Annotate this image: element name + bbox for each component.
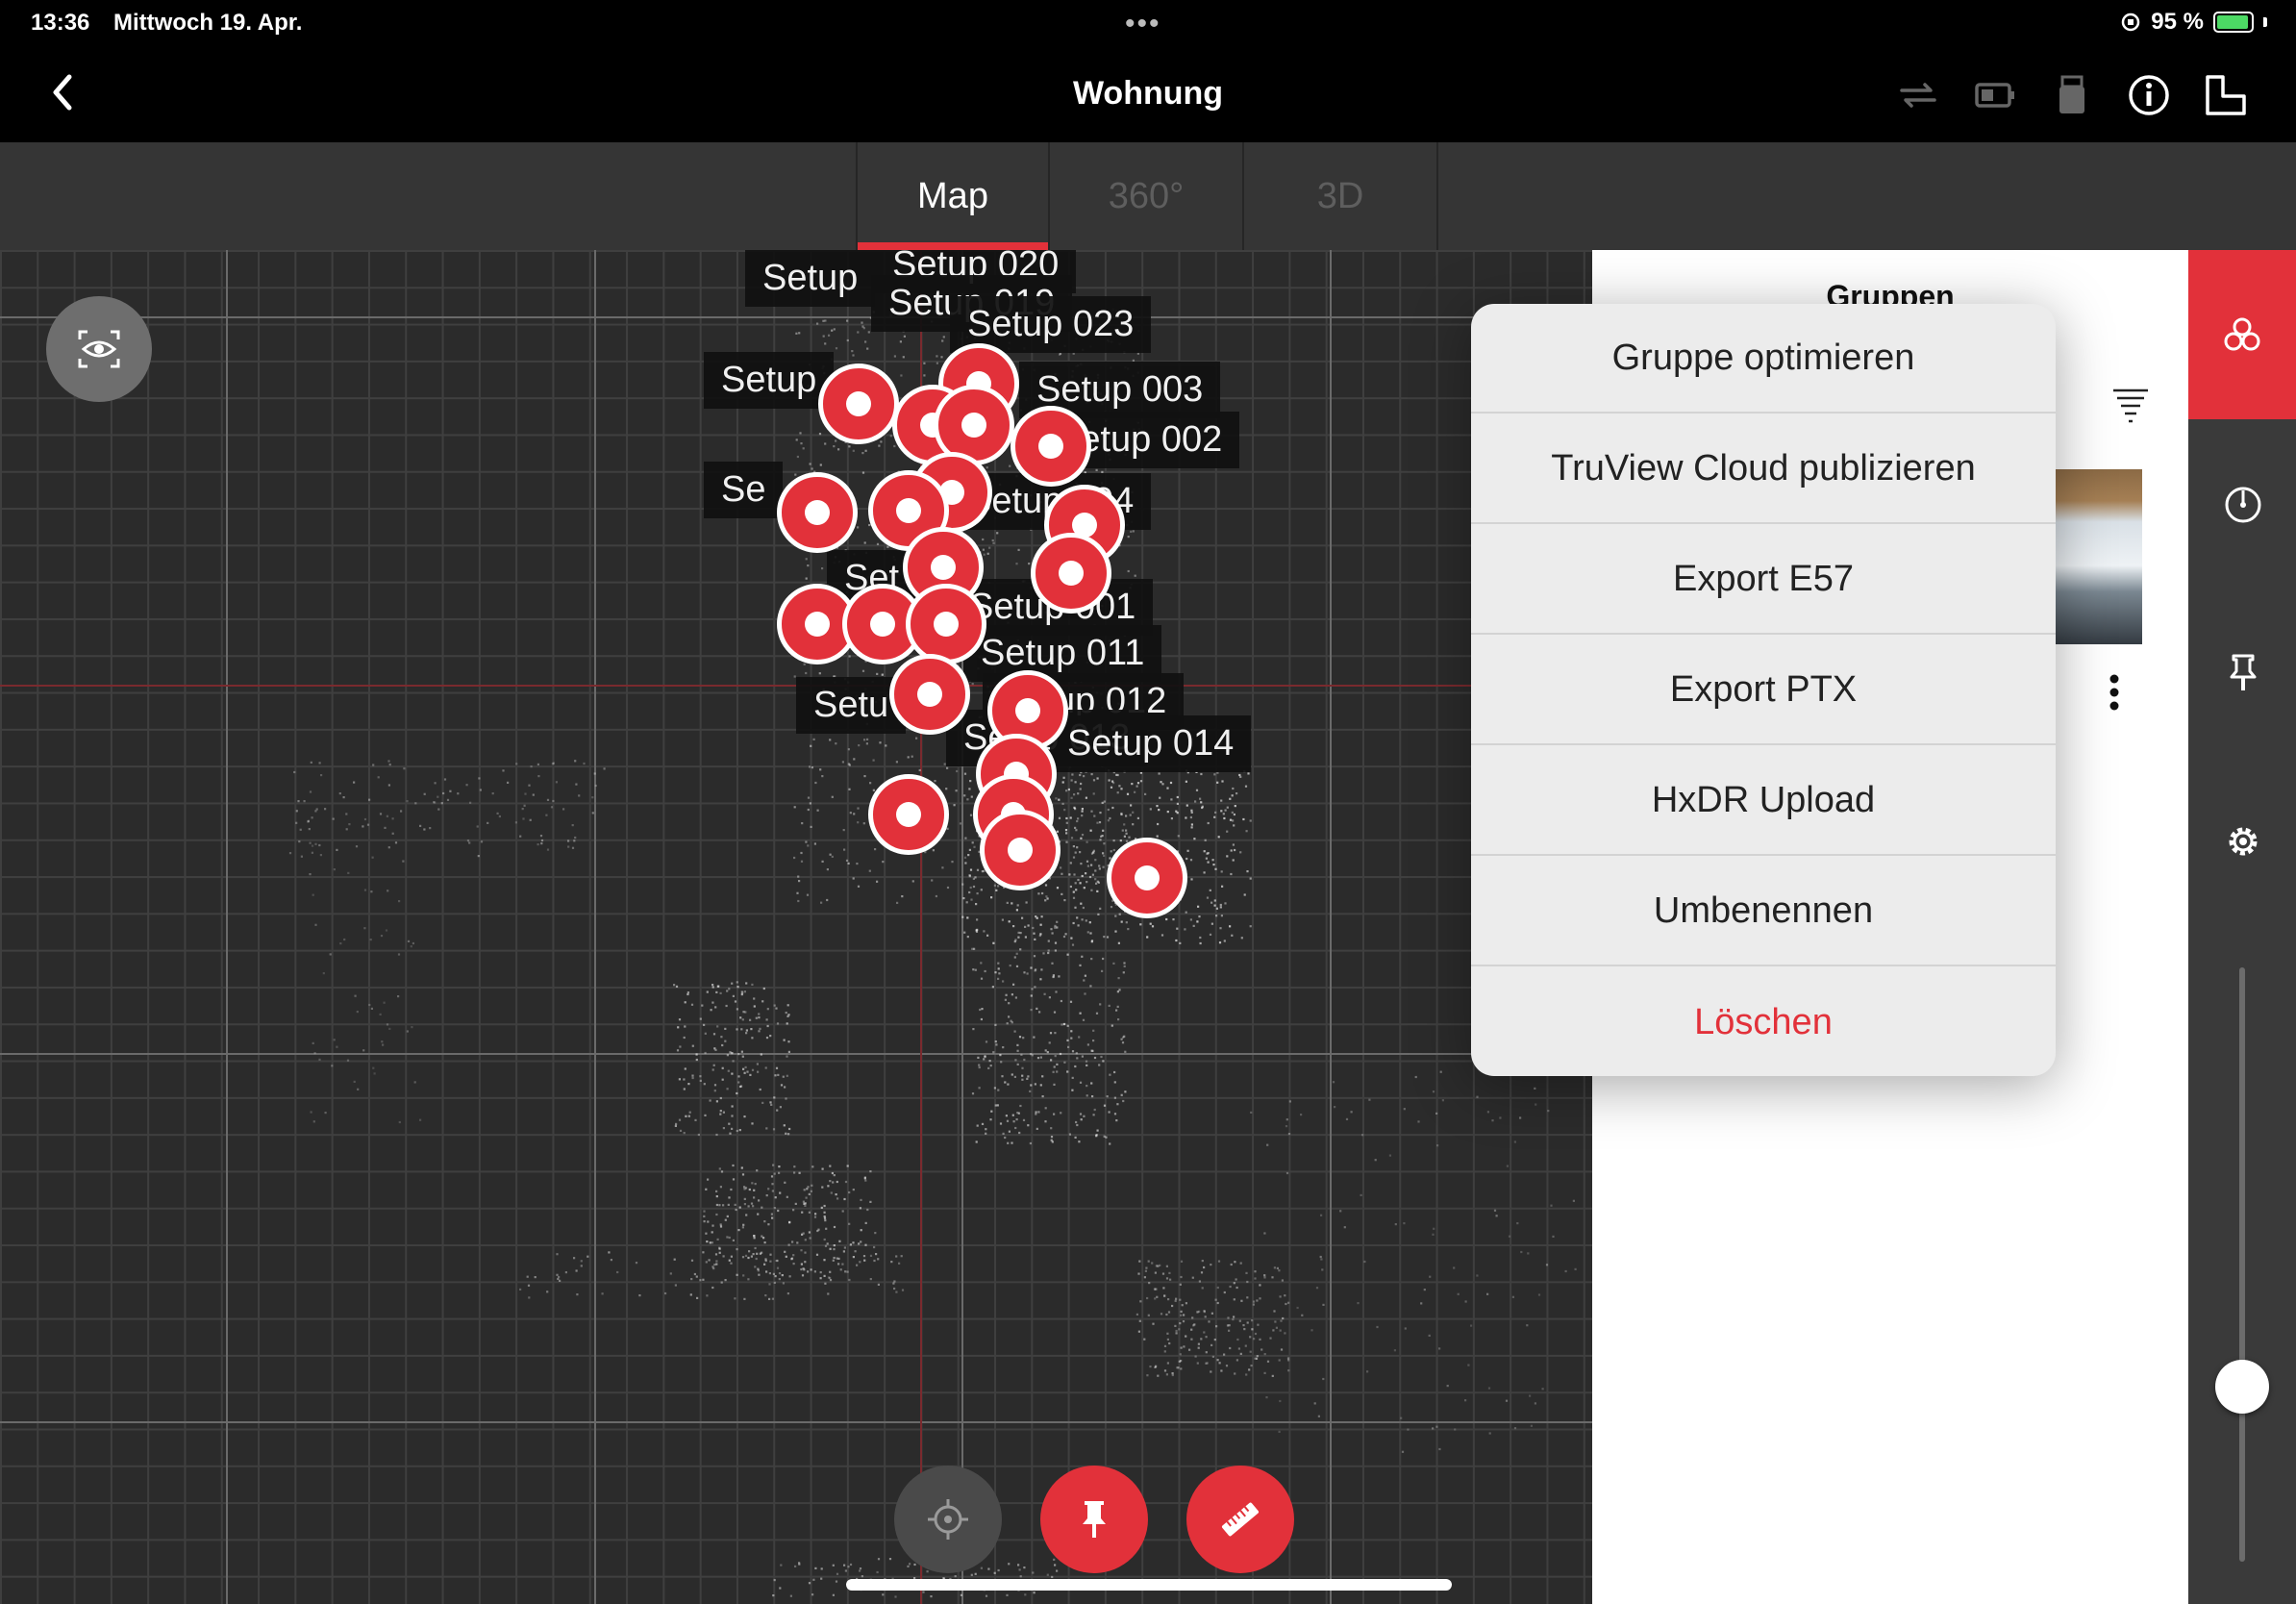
more-vertical-icon[interactable] [2108, 673, 2121, 719]
right-sidebar [2188, 250, 2296, 1604]
measure-button[interactable] [1186, 1466, 1294, 1573]
locate-button[interactable] [894, 1466, 1002, 1573]
menu-item-rename[interactable]: Umbenennen [1471, 857, 2056, 966]
status-right: 95 % [2120, 9, 2267, 36]
group-thumbnail[interactable] [2054, 469, 2142, 644]
setup-marker[interactable] [889, 654, 970, 735]
map-view[interactable]: Setup Setup Se Set Setu Setup 020 Setup … [0, 250, 1592, 1604]
orientation-lock-icon [2122, 13, 2140, 32]
point-cloud [288, 308, 1577, 1598]
setup-marker[interactable] [1031, 533, 1111, 614]
groups-icon [2224, 317, 2260, 351]
info-icon[interactable] [2127, 73, 2171, 117]
add-pin-button[interactable] [1040, 1466, 1148, 1573]
pin-icon [1083, 1501, 1106, 1538]
battery-device-icon[interactable] [1973, 73, 2017, 117]
gear-icon[interactable] [2223, 821, 2263, 862]
multitasking-dots[interactable]: ••• [1125, 8, 1161, 40]
sidebar-item-groups[interactable] [2188, 250, 2296, 419]
battery-percent: 95 % [2151, 9, 2204, 35]
setup-marker[interactable] [1011, 406, 1091, 487]
zoom-slider-track[interactable] [2239, 967, 2245, 1562]
nav-bar: Wohnung [0, 46, 2296, 142]
setup-label-partial: Se [704, 462, 784, 518]
layout-icon[interactable] [2204, 73, 2248, 117]
status-bar: 13:36 Mittwoch 19. Apr. ••• 95 % [0, 0, 2296, 46]
pin-icon[interactable] [2223, 652, 2263, 692]
menu-item-delete[interactable]: Löschen [1471, 967, 2056, 1076]
measure-icon [1221, 1502, 1260, 1537]
menu-item-truview-publish[interactable]: TruView Cloud publizieren [1471, 414, 2056, 524]
setup-marker[interactable] [906, 584, 986, 664]
sync-icon[interactable] [1896, 73, 1940, 117]
visibility-toggle-button[interactable] [46, 296, 152, 402]
setup-label-partial: Setup [704, 352, 835, 409]
setup-label-partial: Setup [745, 250, 876, 307]
battery-tip [2263, 17, 2267, 27]
page-title: Wohnung [1072, 75, 1224, 112]
compass-icon[interactable] [2223, 485, 2263, 525]
home-indicator[interactable] [846, 1579, 1452, 1591]
app-root: 13:36 Mittwoch 19. Apr. ••• 95 % Wohnung… [0, 0, 2296, 1604]
eye-icon [78, 330, 120, 368]
menu-item-hxdr-upload[interactable]: HxDR Upload [1471, 746, 2056, 856]
status-date: Mittwoch 19. Apr. [113, 10, 303, 36]
menu-item-export-ptx[interactable]: Export PTX [1471, 636, 2056, 745]
setup-label[interactable]: Setup 014 [1050, 715, 1252, 772]
setup-marker[interactable] [868, 774, 949, 855]
setup-marker[interactable] [1107, 838, 1187, 918]
status-time: 13:36 [31, 10, 90, 36]
context-menu: Gruppe optimieren TruView Cloud publizie… [1471, 304, 2056, 1076]
tab-map[interactable]: Map [856, 142, 1050, 250]
tab-3d[interactable]: 3D [1244, 142, 1438, 250]
menu-item-optimize-group[interactable]: Gruppe optimieren [1471, 304, 2056, 414]
sort-icon[interactable] [2111, 385, 2150, 423]
setup-marker[interactable] [980, 810, 1061, 890]
locate-icon [928, 1499, 968, 1540]
usb-device-icon[interactable] [2050, 73, 2094, 117]
battery-icon [2213, 12, 2254, 33]
setup-marker[interactable] [777, 472, 858, 553]
menu-item-export-e57[interactable]: Export E57 [1471, 525, 2056, 635]
tab-360[interactable]: 360° [1050, 142, 1244, 250]
zoom-slider-knob[interactable] [2215, 1360, 2269, 1414]
setup-marker[interactable] [818, 363, 899, 444]
view-tabs: Map 360° 3D [0, 142, 2296, 250]
